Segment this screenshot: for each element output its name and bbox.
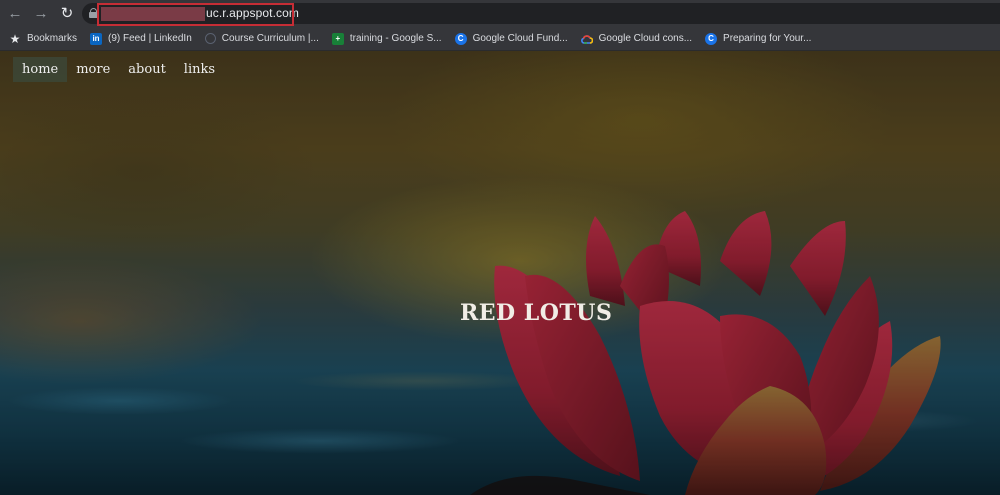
bookmark-preparing[interactable]: C Preparing for Your... bbox=[705, 27, 811, 51]
star-icon: ★ bbox=[9, 31, 21, 46]
google-sheets-icon: + bbox=[331, 32, 344, 45]
bookmark-label: training - Google S... bbox=[349, 33, 442, 44]
bookmark-training-sheet[interactable]: + training - Google S... bbox=[331, 27, 442, 51]
course-icon bbox=[204, 33, 216, 44]
bookmark-google-cloud-fund[interactable]: C Google Cloud Fund... bbox=[454, 27, 568, 51]
page-hero: home more about links RED LOTUS bbox=[0, 51, 1000, 495]
coursera-icon: C bbox=[454, 32, 467, 45]
site-nav: home more about links bbox=[13, 57, 224, 82]
bookmark-label: Preparing for Your... bbox=[723, 33, 812, 44]
bookmark-label: Bookmarks bbox=[27, 33, 78, 44]
bookmark-google-cloud-console[interactable]: Google Cloud cons... bbox=[580, 27, 693, 51]
hero-title: RED LOTUS bbox=[460, 300, 613, 326]
bookmark-label: Google Cloud Fund... bbox=[472, 33, 568, 44]
coursera-icon: C bbox=[705, 32, 718, 45]
nav-more[interactable]: more bbox=[67, 57, 119, 82]
dark-overlay bbox=[0, 51, 1000, 495]
nav-home[interactable]: home bbox=[13, 57, 68, 82]
nav-links[interactable]: links bbox=[175, 57, 224, 82]
nav-about[interactable]: about bbox=[119, 57, 175, 82]
bookmark-course-curriculum[interactable]: Course Curriculum |... bbox=[204, 27, 319, 51]
bookmark-label: (9) Feed | LinkedIn bbox=[108, 33, 192, 44]
bookmark-label: Course Curriculum |... bbox=[221, 33, 319, 44]
arrow-right-icon[interactable]: → bbox=[30, 3, 52, 25]
bookmarks-bar: ★ Bookmarks in (9) Feed | LinkedIn Cours… bbox=[0, 27, 1000, 51]
bookmark-bookmarks[interactable]: ★ Bookmarks bbox=[9, 27, 77, 51]
bookmark-linkedin[interactable]: in (9) Feed | LinkedIn bbox=[90, 27, 192, 51]
bookmark-label: Google Cloud cons... bbox=[598, 33, 693, 44]
arrow-left-icon[interactable]: ← bbox=[4, 3, 26, 25]
url-highlight-box bbox=[97, 3, 294, 26]
linkedin-icon: in bbox=[90, 32, 103, 45]
google-cloud-icon bbox=[580, 33, 593, 45]
reload-icon[interactable]: ↻ bbox=[56, 3, 78, 25]
